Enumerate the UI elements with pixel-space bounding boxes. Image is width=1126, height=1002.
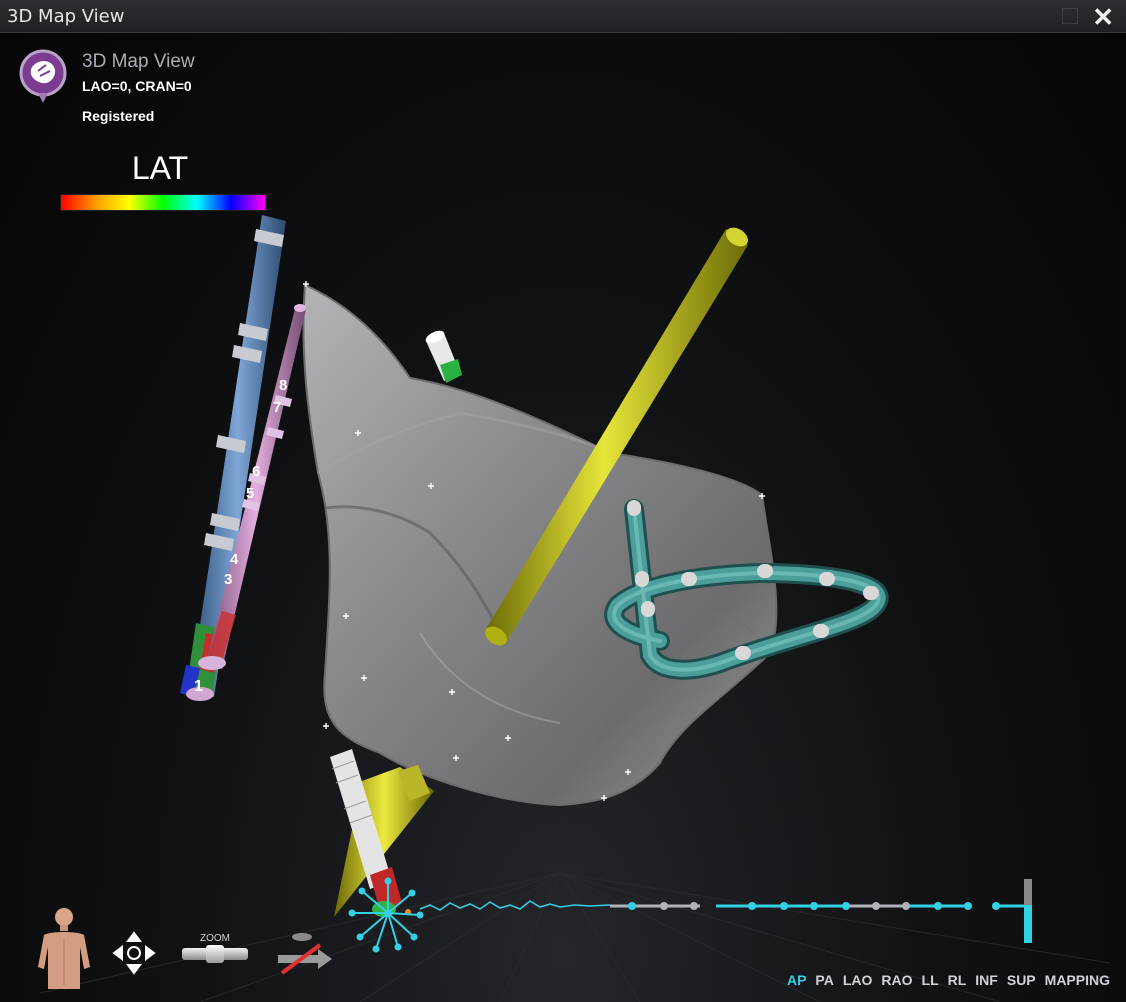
- pink-electrode-label: 4: [230, 551, 239, 568]
- ablation-catheter[interactable]: [330, 749, 434, 953]
- window-title: 3D Map View: [7, 6, 125, 27]
- small-catheter[interactable]: [424, 328, 462, 383]
- pink-electrode-label: 7: [273, 399, 282, 416]
- map-title: 3D Map View: [82, 51, 195, 72]
- view-sup-button[interactable]: SUP: [1007, 972, 1036, 988]
- pink-electrode-label: 3: [224, 571, 233, 588]
- close-icon[interactable]: ✕: [1092, 2, 1114, 33]
- zoom-slider-icon[interactable]: [182, 945, 248, 963]
- map-logo-icon: [19, 49, 67, 103]
- pink-electrode-label: 5: [246, 485, 255, 502]
- 3d-viewport[interactable]: 3D Map View LAO=0, CRAN=0 Registered LAT…: [0, 33, 1126, 1002]
- pink-electrode-label: 6: [252, 463, 261, 480]
- blue-tip-label: 1: [194, 678, 203, 695]
- view-rao-button[interactable]: RAO: [881, 972, 912, 988]
- patient-body-icon[interactable]: [34, 905, 94, 989]
- view-inf-button[interactable]: INF: [975, 972, 998, 988]
- zoom-control[interactable]: ZOOM: [182, 933, 248, 973]
- view-lao-button[interactable]: LAO: [843, 972, 873, 988]
- registration-status: Registered: [82, 108, 155, 124]
- view-mapping-button[interactable]: MAPPING: [1045, 972, 1110, 988]
- projection-toggle-icon[interactable]: [274, 925, 336, 979]
- zoom-label: ZOOM: [200, 933, 230, 944]
- view-ll-button[interactable]: LL: [922, 972, 939, 988]
- pan-arrows-icon[interactable]: [112, 931, 156, 975]
- view-angle-readout: LAO=0, CRAN=0: [82, 78, 192, 94]
- colorbar-label: LAT: [131, 150, 189, 186]
- view-ap-button[interactable]: AP: [787, 972, 806, 988]
- title-bar: 3D Map View ✕: [0, 0, 1126, 33]
- view-buttons: AP PA LAO RAO LL RL INF SUP MAPPING: [778, 972, 1110, 988]
- signal-trace: [419, 879, 1032, 943]
- lat-colorbar: [60, 194, 266, 211]
- view-pa-button[interactable]: PA: [815, 972, 833, 988]
- map-window: 3D Map View ✕ 3D Map View LAO=0, CRAN=0 …: [0, 0, 1126, 1002]
- maximize-icon[interactable]: [1062, 8, 1078, 24]
- pink-electrode-label: 8: [279, 377, 288, 394]
- view-rl-button[interactable]: RL: [948, 972, 967, 988]
